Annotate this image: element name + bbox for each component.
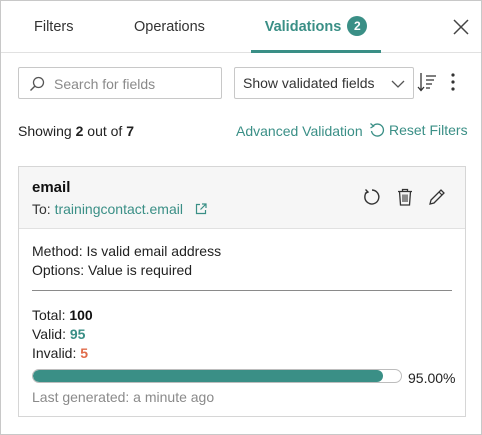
validation-method: Method: Is valid email address — [32, 243, 222, 259]
stat-total-label: Total: — [32, 307, 66, 323]
reset-icon — [370, 123, 385, 137]
tab-filters[interactable]: Filters — [34, 1, 73, 53]
close-button[interactable] — [451, 17, 471, 37]
stat-invalid-label: Invalid: — [32, 345, 77, 361]
last-generated: Last generated: a minute ago — [32, 389, 215, 405]
delete-button[interactable] — [395, 187, 415, 207]
external-link-icon[interactable] — [195, 203, 207, 215]
sort-icon — [417, 73, 436, 92]
valid-progress-fill — [33, 370, 383, 382]
stat-total: Total: 100 — [32, 307, 93, 323]
refresh-icon — [364, 189, 380, 205]
showing-shown: 2 — [75, 123, 84, 139]
validation-card-header: email To: trainingcontact.email — [19, 167, 465, 229]
card-divider — [32, 290, 452, 291]
trash-icon — [398, 188, 412, 206]
target-label: To: — [32, 201, 51, 217]
tab-validations-label: Validations — [264, 19, 342, 35]
validations-count-badge: 2 — [347, 16, 368, 36]
valid-progress-bar — [32, 369, 402, 383]
pencil-icon — [429, 189, 445, 205]
showing-total: 7 — [126, 123, 134, 139]
search-box[interactable] — [18, 67, 222, 99]
close-icon — [453, 19, 469, 35]
search-input[interactable] — [54, 73, 214, 95]
validations-panel: Filters Operations Validations 2 Show val… — [0, 0, 482, 435]
more-vertical-icon — [451, 73, 455, 91]
showing-count: Showing 2 out of 7 — [18, 123, 134, 139]
view-select-value: Show validated fields — [243, 75, 375, 91]
tab-bar: Filters Operations Validations 2 — [1, 1, 481, 53]
stat-total-value: 100 — [69, 307, 93, 323]
chevron-down-icon — [391, 80, 405, 88]
validation-options: Options: Value is required — [32, 262, 193, 278]
stat-invalid: Invalid: 5 — [32, 345, 88, 361]
advanced-validation-link[interactable]: Advanced Validation — [236, 123, 363, 139]
field-name: email — [32, 179, 71, 196]
sort-button[interactable] — [417, 71, 437, 93]
reset-filters-link[interactable]: Reset Filters — [369, 122, 468, 138]
stat-valid: Valid: 95 — [32, 326, 85, 342]
target-link[interactable]: trainingcontact.email — [55, 201, 183, 217]
target-line: To: trainingcontact.email — [32, 201, 207, 217]
stat-valid-value: 95 — [69, 326, 86, 342]
stat-invalid-value: 5 — [80, 345, 89, 361]
tab-operations[interactable]: Operations — [134, 1, 205, 53]
refresh-button[interactable] — [362, 187, 382, 207]
valid-percentage: 95.00% — [408, 370, 456, 386]
showing-prefix: Showing — [18, 123, 72, 139]
more-options-button[interactable] — [447, 71, 459, 93]
showing-out-of: out of — [87, 123, 123, 139]
reset-filters-label: Reset Filters — [389, 122, 468, 138]
tab-validations[interactable]: Validations 2 — [251, 1, 381, 53]
edit-button[interactable] — [427, 187, 447, 207]
view-select[interactable]: Show validated fields — [234, 67, 414, 99]
stat-valid-label: Valid: — [32, 326, 66, 342]
search-icon — [30, 76, 45, 91]
validation-card: email To: trainingcontact.email Method: … — [18, 166, 466, 417]
